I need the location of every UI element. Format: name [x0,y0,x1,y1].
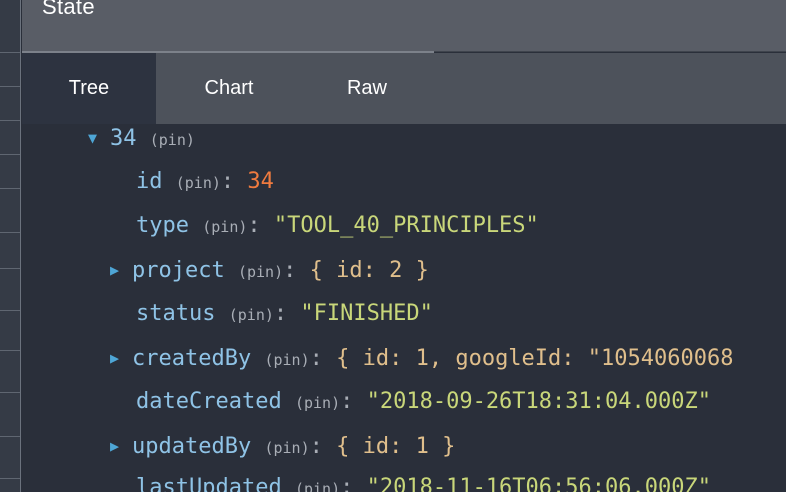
tree-key: 34 [110,126,137,151]
panel-title: State [42,0,95,19]
tree-row: dateCreated (pin): "2018-09-26T18:31:04.… [136,389,711,414]
tab-raw[interactable]: Raw [302,53,432,124]
triangle-right-icon[interactable]: ▶ [110,254,132,286]
tree-value: "TOOL_40_PRINCIPLES" [273,213,539,238]
tree-key: project [132,258,225,283]
pin-button[interactable]: (pin) [176,174,221,192]
tree-row: status (pin): "FINISHED" [136,301,433,326]
tree-row[interactable]: ▶ updatedBy (pin): { id: 1 } [110,430,455,462]
state-tree: ▼ 34 (pin) id (pin): 34 type (pin): "TOOL… [22,124,786,492]
tree-value: "2018-11-16T06:56:06.000Z" [366,475,711,492]
tree-value: "2018-09-26T18:31:04.000Z" [366,389,711,414]
pin-button[interactable]: (pin) [202,218,247,236]
triangle-down-icon[interactable]: ▼ [88,122,110,154]
pin-button[interactable]: (pin) [264,351,309,369]
devtools-window: State Tree Chart Raw ▼ 34 (pin) id (pin):… [0,0,786,492]
tree-value: { id: 1 } [336,434,456,459]
tab-chart[interactable]: Chart [156,53,302,124]
tree-row: type (pin): "TOOL_40_PRINCIPLES" [136,213,539,238]
tree-row: lastUpdated (pin): "2018-11-16T06:56:06.… [136,472,711,492]
tree-key: lastUpdated [136,475,282,492]
triangle-right-icon[interactable]: ▶ [110,342,132,374]
left-panel-gutter [0,0,21,492]
pin-button[interactable]: (pin) [295,394,340,412]
tree-row: id (pin): 34 [136,169,274,194]
view-tabs: Tree Chart Raw [22,53,786,124]
tree-value: "FINISHED" [300,301,433,326]
triangle-right-icon[interactable]: ▶ [110,430,132,462]
pin-button[interactable]: (pin) [150,131,195,149]
panel-header: State [22,0,786,52]
pin-button[interactable]: (pin) [229,306,274,324]
tree-key: status [136,301,216,326]
tab-tree[interactable]: Tree [22,53,156,124]
tree-value: 34 [247,169,274,194]
pin-button[interactable]: (pin) [264,439,309,457]
tree-row[interactable]: ▶ createdBy (pin): { id: 1, googleId: "10… [110,342,733,374]
tree-value: { id: 2 } [309,258,429,283]
tree-row[interactable]: ▶ project (pin): { id: 2 } [110,254,429,286]
tree-key: createdBy [132,346,252,371]
pin-button[interactable]: (pin) [238,263,283,281]
pin-button[interactable]: (pin) [295,480,340,492]
tree-key: id [136,169,163,194]
tree-root-node[interactable]: ▼ 34 (pin) [88,122,195,154]
tree-key: dateCreated [136,389,282,414]
tree-key: type [136,213,189,238]
tree-key: updatedBy [132,434,252,459]
tree-value: { id: 1, googleId: "1054060068 [336,346,734,371]
